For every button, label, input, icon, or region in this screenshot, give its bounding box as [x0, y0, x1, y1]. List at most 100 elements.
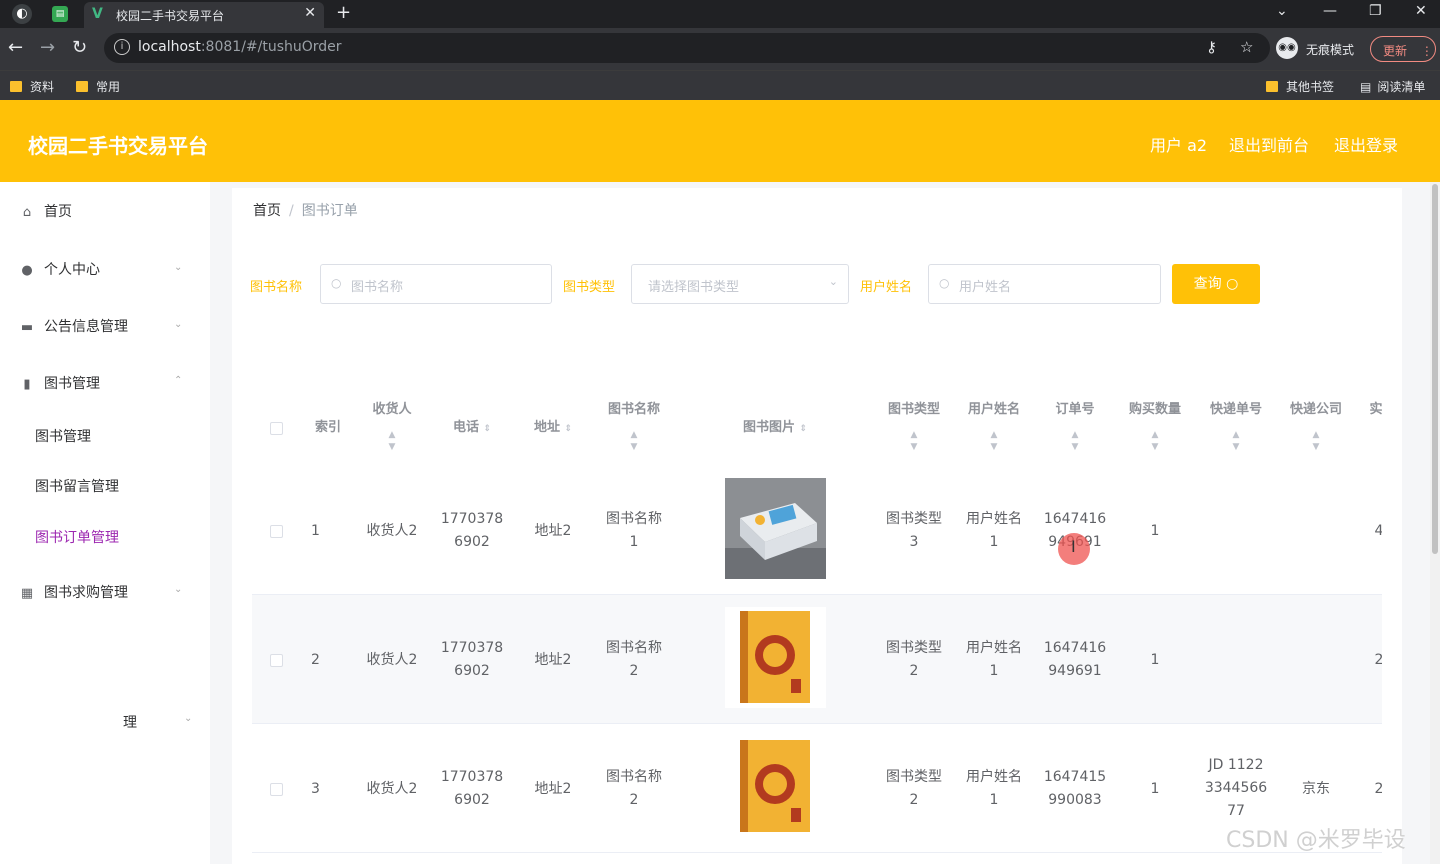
user-name-placeholder: 用户姓名 [959, 280, 1012, 295]
select-all-checkbox[interactable] [270, 422, 283, 435]
bar-chart-icon: ▮ [23, 377, 31, 392]
sort-icon[interactable]: ▲ ▼ [877, 429, 951, 453]
pinned-tab-icon[interactable]: ▤ [52, 6, 68, 22]
sidebar-subitem-book-orders[interactable]: 图书订单管理 [35, 527, 119, 547]
column-header-book-type[interactable]: 图书类型 ▲ ▼ [877, 398, 951, 453]
cell-phone: 1770378 6902 [440, 511, 504, 550]
column-header-phone[interactable]: 电话 ⇕ [437, 416, 507, 441]
forward-icon[interactable]: → [40, 38, 55, 58]
sort-icon[interactable]: ▲ ▼ [1118, 429, 1192, 453]
sort-icon[interactable]: ▲ ▼ [1279, 429, 1353, 453]
url-field[interactable]: i localhost:8081/#/tushuOrder ⚷ ☆ [104, 33, 1270, 63]
bookmark-star-icon[interactable]: ☆ [1240, 38, 1253, 56]
cell-more: 2 [1374, 781, 1382, 797]
update-button[interactable]: 更新 ⋮ [1370, 36, 1436, 62]
sort-icon[interactable]: ▲ ▼ [1038, 429, 1112, 453]
page-scrollbar[interactable] [1430, 182, 1440, 864]
logout-link[interactable]: 退出登录 [1334, 132, 1398, 156]
sidebar-item-label: 个人中心 [44, 262, 100, 278]
other-bookmarks[interactable]: 其他书签 [1266, 78, 1334, 95]
sidebar-item-book-wanted[interactable]: ▦ 图书求购管理 [20, 582, 128, 602]
sidebar-item-personal-center[interactable]: ● 个人中心 [20, 259, 100, 279]
book-thumbnail-photo[interactable] [725, 478, 826, 579]
sort-icon[interactable]: ⇕ [565, 424, 573, 434]
reading-list-icon: ▤ [1360, 80, 1372, 94]
sidebar-subitem-book-management[interactable]: 图书管理 [35, 426, 91, 446]
bookmark-folder-2[interactable]: 常用 [76, 78, 120, 95]
chat-icon: ▬ [20, 320, 34, 335]
column-header-receiver[interactable]: 收货人 ▲ ▼ [362, 398, 422, 453]
book-type-select[interactable]: 请选择图书类型 ⌄ [631, 264, 849, 304]
sidebar-item-book-management[interactable]: ▮ 图书管理 [20, 373, 100, 393]
book-thumbnail-cover[interactable] [725, 607, 826, 708]
search-icon: ○ [939, 276, 950, 290]
minimize-icon[interactable]: — [1323, 3, 1337, 19]
restore-icon[interactable]: ❐ [1369, 3, 1382, 19]
sidebar-item-home[interactable]: ⌂ 首页 [20, 201, 72, 221]
window-close-icon[interactable]: ✕ [1415, 3, 1427, 19]
row-checkbox[interactable] [270, 525, 283, 538]
mouse-cursor-highlight: I [1058, 533, 1090, 565]
sort-icon[interactable]: ▲ ▼ [362, 429, 422, 453]
column-header-index: 索引 [314, 420, 341, 435]
column-header-address[interactable]: 地址 ⇕ [518, 416, 588, 441]
book-name-input[interactable]: ○ 图书名称 [320, 264, 552, 304]
sort-icon[interactable]: ⇕ [484, 424, 492, 434]
chevron-down-icon: ⌄ [184, 713, 193, 724]
column-header-book-name[interactable]: 图书名称 ▲ ▼ [594, 398, 674, 453]
folder-icon [10, 81, 22, 92]
cell-phone: 1770378 6902 [440, 769, 504, 808]
tab-search-chevron-icon[interactable]: ⌄ [1276, 3, 1288, 19]
bookmark-folder-1[interactable]: 资料 [10, 78, 54, 95]
back-icon[interactable]: ← [8, 38, 23, 58]
browser-logo-icon: ◐ [12, 4, 32, 24]
user-name-input[interactable]: ○ 用户姓名 [928, 264, 1161, 304]
home-icon: ⌂ [22, 205, 32, 220]
new-tab-icon[interactable]: + [336, 2, 351, 23]
url-text: localhost:8081/#/tushuOrder [138, 39, 342, 55]
tab-close-icon[interactable]: ✕ [304, 5, 316, 21]
row-checkbox[interactable] [270, 654, 283, 667]
book-thumbnail-cover[interactable] [725, 736, 826, 837]
key-icon[interactable]: ⚷ [1206, 38, 1217, 56]
reading-list[interactable]: ▤ 阅读清单 [1360, 78, 1425, 95]
back-to-front-link[interactable]: 退出到前台 [1229, 132, 1309, 156]
column-header-book-image[interactable]: 图书图片 ⇕ [725, 416, 825, 441]
cell-receiver: 收货人2 [366, 652, 418, 668]
sort-icon[interactable]: ▲ ▼ [594, 429, 674, 453]
folder-icon [76, 81, 88, 92]
table-row[interactable]: 1 收货人2 1770378 6902 地址2 图书名称 1 图书类型 3 用户姓名 1… [252, 466, 1382, 595]
column-header-tracking[interactable]: 快递单号 ▲ ▼ [1199, 398, 1273, 453]
cell-book-name: 图书名称 1 [606, 511, 662, 550]
column-header-user-name[interactable]: 用户姓名 ▲ ▼ [957, 398, 1031, 453]
sidebar-item-notice[interactable]: ▬ 公告信息管理 [20, 316, 128, 336]
column-header-quantity[interactable]: 购买数量 ▲ ▼ [1118, 398, 1192, 453]
orders-table: 索引 收货人 ▲ ▼ 电话 ⇕ 地址 ⇕ 图书名称 ▲ ▼ 图书图片 ⇕ 图书类型 ▲ ▼ … [252, 384, 1382, 864]
user-icon: ● [21, 263, 33, 278]
table-row[interactable]: 3 收货人2 1770378 6902 地址2 图书名称 2 图书类型 2 用户姓名 1… [252, 724, 1382, 853]
site-info-icon[interactable]: i [114, 39, 130, 55]
sidebar-item-label: 图书求购管理 [44, 585, 128, 601]
column-header-order-no[interactable]: 订单号 ▲ ▼ [1038, 398, 1112, 453]
address-bar: ← → ↻ i localhost:8081/#/tushuOrder ⚷ ☆ … [0, 28, 1440, 70]
book-name-label: 图书名称 [250, 280, 303, 295]
incognito-indicator[interactable]: ◉◉ 无痕模式 [1276, 37, 1366, 61]
column-header-courier[interactable]: 快递公司 ▲ ▼ [1279, 398, 1353, 453]
book-type-label: 图书类型 [563, 280, 616, 295]
sort-icon[interactable]: ▲ ▼ [957, 429, 1031, 453]
cell-book-type: 图书类型 3 [886, 511, 942, 550]
sidebar-subitem-book-comments[interactable]: 图书留言管理 [35, 476, 119, 496]
breadcrumb-home[interactable]: 首页 [253, 203, 281, 219]
query-button[interactable]: 查询 ○ [1172, 264, 1260, 304]
cell-index: 2 [311, 652, 320, 668]
user-name-label: 用户姓名 [860, 280, 913, 295]
scrollbar-thumb[interactable] [1432, 184, 1438, 554]
sort-icon[interactable]: ⇕ [800, 424, 808, 434]
main-content: 首页 / 图书订单 图书名称 ○ 图书名称 图书类型 请选择图书类型 ⌄ 用户姓名 … [210, 182, 1440, 864]
sort-icon[interactable]: ▲ ▼ [1199, 429, 1273, 453]
table-row[interactable]: 2 收货人2 1770378 6902 地址2 图书名称 2 图书类型 2 用户姓名 1… [252, 595, 1382, 724]
reload-icon[interactable]: ↻ [72, 38, 87, 58]
row-checkbox[interactable] [270, 783, 283, 796]
browser-tab-active[interactable]: V 校园二手书交易平台 ✕ [84, 2, 324, 28]
folder-icon [1266, 81, 1278, 92]
